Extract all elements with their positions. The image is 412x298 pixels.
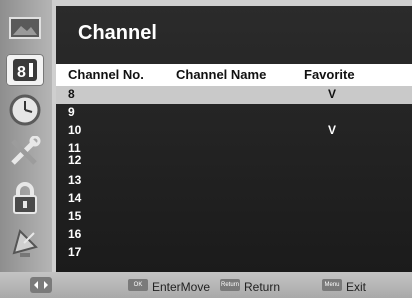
table-row[interactable]: 13 — [56, 172, 412, 190]
table-row[interactable]: 9 — [56, 104, 412, 122]
footer-hint-bar: OK EnterMove Return Return Menu Exit — [0, 272, 412, 298]
menu-key-icon: Menu — [322, 279, 342, 291]
table-header: Channel No. Channel Name Favorite — [56, 64, 412, 86]
sidebar-item-picture[interactable] — [6, 12, 44, 44]
page-title: Channel — [78, 22, 157, 44]
osd-screen: 8 Channel Channel No. Channel Name Favor… — [0, 0, 412, 298]
table-row[interactable]: 10 V — [56, 122, 412, 140]
svg-text:8: 8 — [17, 64, 26, 81]
sidebar-item-channel[interactable]: 8 — [6, 54, 44, 86]
clock-icon — [9, 94, 41, 126]
enter-move-hint: EnterMove — [152, 280, 211, 294]
table-row[interactable]: 14 — [56, 190, 412, 208]
channel-number: 8 — [68, 87, 75, 101]
table-row[interactable]: 12 — [56, 152, 412, 170]
channel-number: 12 — [68, 153, 82, 167]
channel-icon: 8 — [13, 59, 37, 81]
sidebar-item-time[interactable] — [6, 94, 44, 126]
channel-panel: Channel Channel No. Channel Name Favorit… — [56, 6, 412, 272]
sidebar-item-lock[interactable] — [6, 182, 44, 214]
channel-number: 17 — [68, 245, 82, 259]
favorite-mark: V — [328, 87, 337, 101]
column-header-favorite: Favorite — [304, 67, 355, 82]
lock-icon — [13, 182, 37, 214]
table-row[interactable]: 16 — [56, 226, 412, 244]
sidebar-item-satellite[interactable] — [6, 226, 44, 258]
channel-number: 14 — [68, 191, 82, 205]
sidebar-item-setup[interactable] — [6, 136, 44, 168]
table-row[interactable]: 15 — [56, 208, 412, 226]
column-header-channel-no: Channel No. — [68, 67, 144, 82]
channel-number: 13 — [68, 173, 82, 187]
channel-number: 10 — [68, 123, 82, 137]
favorite-mark: V — [328, 123, 337, 137]
sidebar: 8 — [0, 0, 52, 272]
exit-hint: Exit — [346, 280, 367, 294]
ok-key-icon: OK — [128, 279, 148, 291]
table-row[interactable]: 8 V — [56, 86, 412, 104]
satellite-icon — [12, 229, 38, 257]
table-row[interactable]: 17 — [56, 244, 412, 262]
picture-icon — [9, 17, 41, 39]
channel-number: 15 — [68, 209, 82, 223]
column-header-channel-name: Channel Name — [176, 67, 267, 82]
channel-number: 9 — [68, 105, 75, 119]
channel-number: 16 — [68, 227, 82, 241]
return-key-icon: Return — [220, 279, 240, 291]
navigate-arrows-icon — [30, 277, 52, 293]
tools-icon — [11, 136, 41, 165]
return-hint: Return — [244, 280, 281, 294]
